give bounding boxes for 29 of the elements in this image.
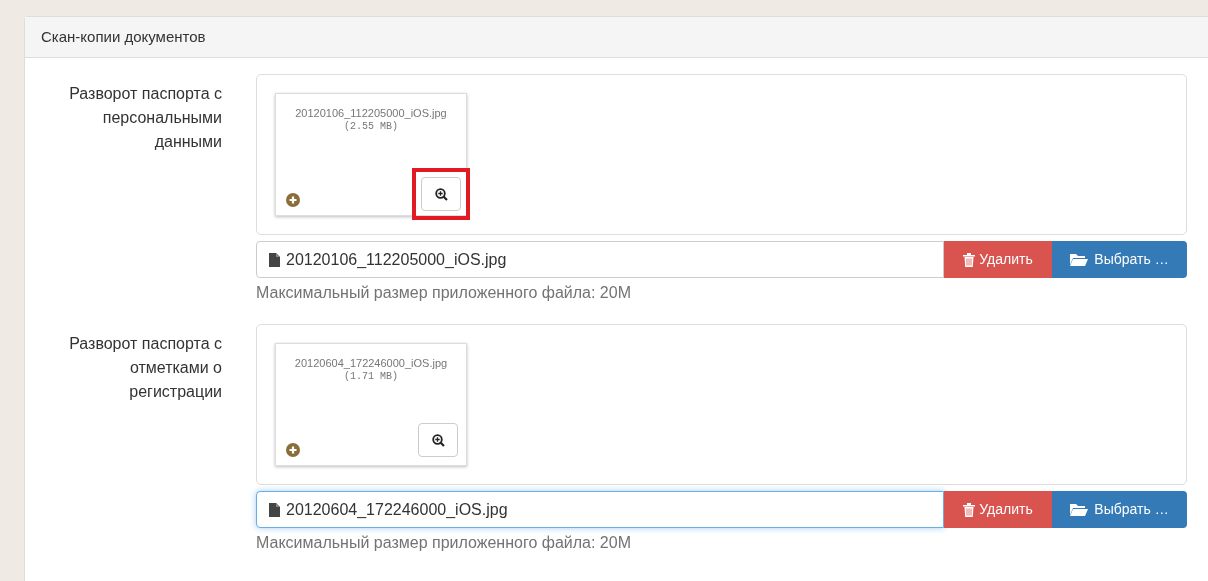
file-icon	[269, 502, 280, 517]
file-name-field[interactable]: 20120106_112205000_iOS.jpg	[256, 241, 944, 278]
browse-button[interactable]: Выбрать …	[1052, 241, 1187, 278]
folder-icon	[1070, 503, 1089, 516]
help-text: Максимальный размер приложенного файла: 20M	[256, 533, 632, 553]
trash-icon	[963, 252, 976, 267]
thumbnail-file-size: (1.71 MB)	[344, 370, 398, 384]
add-icon[interactable]	[286, 443, 300, 457]
file-icon	[269, 252, 280, 267]
file-name-field[interactable]: 20120604_172246000_iOS.jpg	[256, 491, 944, 528]
zoom-button[interactable]	[418, 423, 458, 457]
field-label: Разворот паспорта с персональными данными	[68, 84, 222, 152]
field-label: Разворот паспорта с отметками о регистрации	[68, 334, 222, 402]
help-text: Максимальный размер приложенного файла: 20M	[256, 283, 632, 303]
thumbnail-file-name: 20120604_172246000_iOS.jpg	[294, 356, 448, 370]
file-name: 20120106_112205000_iOS.jpg	[286, 249, 507, 270]
add-icon[interactable]	[286, 193, 300, 207]
thumbnail-file-size: (2.55 MB)	[344, 120, 398, 134]
delete-button[interactable]: Удалить	[944, 241, 1052, 278]
folder-icon	[1070, 253, 1089, 266]
zoom-in-icon	[431, 433, 445, 447]
browse-button[interactable]: Выбрать …	[1052, 491, 1187, 528]
zoom-button[interactable]	[421, 177, 461, 211]
zoom-in-icon	[434, 187, 448, 201]
panel-title: Скан-копии документов	[41, 26, 206, 47]
thumbnail-file-name: 20120106_112205000_iOS.jpg	[295, 106, 447, 120]
trash-icon	[963, 502, 976, 517]
delete-button[interactable]: Удалить	[944, 491, 1052, 528]
file-name: 20120604_172246000_iOS.jpg	[286, 499, 508, 520]
